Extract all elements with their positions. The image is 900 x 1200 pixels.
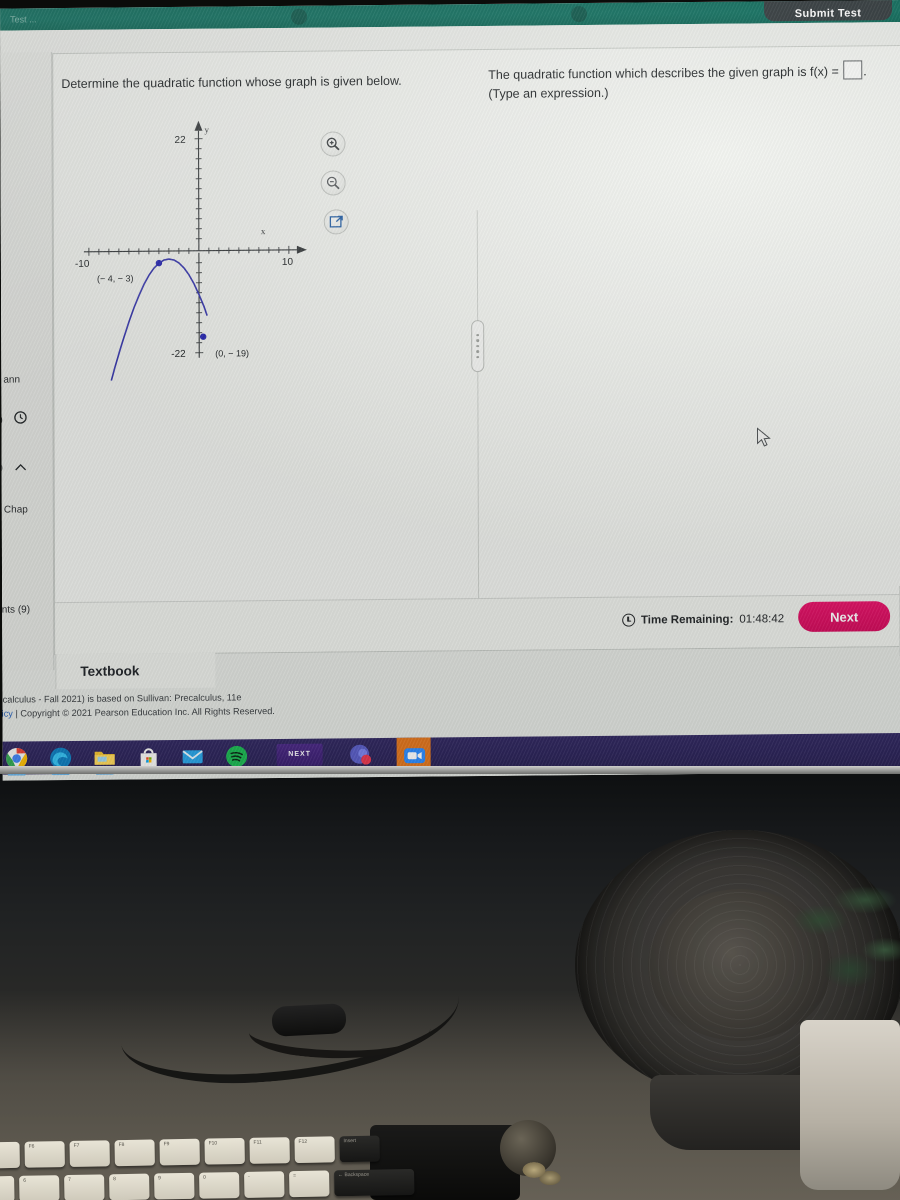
- key-f11[interactable]: F11: [249, 1137, 290, 1164]
- monitor-screen: Test ... Submit Test ann ) ) - Chap ents…: [0, 0, 900, 781]
- answer-panel: The quadratic function which describes t…: [488, 60, 898, 103]
- handle-dot: [476, 355, 480, 359]
- page-surface: ann ) ) - Chap ents (9) Determine the qu…: [0, 22, 900, 781]
- sidebar-item-documents[interactable]: ents (9): [0, 604, 30, 615]
- x-tick-label-10: 10: [282, 257, 294, 268]
- submit-test-button[interactable]: Submit Test: [763, 0, 893, 22]
- app-bar-left-label: Test ...: [10, 14, 37, 25]
- vertex-point: [155, 259, 163, 267]
- answer-input[interactable]: [843, 60, 863, 80]
- handle-dot: [476, 333, 479, 337]
- expand-graph-icon[interactable]: [323, 209, 349, 235]
- next-app-label: NEXT: [276, 743, 323, 766]
- vertex-label: (− 4, − 3): [97, 273, 134, 283]
- test-status-bar: Time Remaining: 01:48:42 Next: [55, 594, 900, 655]
- key-insert[interactable]: Insert: [339, 1135, 380, 1163]
- key-backspace[interactable]: ← Backspace: [334, 1168, 415, 1197]
- x-axis-ticks: [88, 245, 290, 256]
- key-f7[interactable]: F7: [69, 1140, 110, 1167]
- y-axis-arrow: [194, 120, 203, 131]
- question-prompt: Determine the quadratic function whose g…: [61, 73, 402, 92]
- answer-prompt-line: The quadratic function which describes t…: [488, 60, 898, 85]
- y-tick-label-neg22: -22: [171, 349, 186, 360]
- key-f9[interactable]: F9: [159, 1138, 200, 1166]
- handle-dot: [476, 344, 479, 348]
- key-minus[interactable]: -: [244, 1171, 285, 1198]
- spotify-icon[interactable]: [225, 744, 249, 773]
- next-app-icon[interactable]: NEXT: [276, 743, 323, 773]
- key-9[interactable]: 9: [154, 1172, 195, 1200]
- mail-icon[interactable]: [181, 744, 205, 768]
- answer-prompt-period: .: [863, 64, 867, 79]
- key-f8[interactable]: F8: [114, 1139, 155, 1167]
- key-f10[interactable]: F10: [204, 1137, 245, 1165]
- footer-line-2: olicy | Copyright © 2021 Pearson Educati…: [0, 703, 414, 721]
- y-axis-label: y: [204, 125, 209, 135]
- handle-dot: [476, 339, 479, 342]
- key-7[interactable]: 7: [64, 1174, 105, 1200]
- tab-textbook[interactable]: Textbook: [55, 652, 216, 690]
- key-f5[interactable]: F5: [0, 1141, 20, 1169]
- time-remaining: Time Remaining: 01:48:42: [621, 612, 785, 627]
- cable-plug: [271, 1003, 347, 1037]
- key-f6[interactable]: F6: [24, 1141, 65, 1168]
- y-intercept-label: (0, − 19): [215, 348, 249, 358]
- footer-copyright: Copyright © 2021 Pearson Education Inc. …: [20, 706, 275, 719]
- screenshot-root: F5 F6 F7 F8 F9 F10 F11 F12 Insert 5 6 7 …: [0, 0, 900, 1200]
- zoom-in-icon[interactable]: [320, 131, 346, 157]
- y-tick-label-22: 22: [174, 135, 186, 146]
- chevron-up-icon[interactable]: [14, 462, 28, 472]
- zoom-out-icon[interactable]: [320, 170, 346, 196]
- x-tick-label-neg10: -10: [75, 259, 90, 270]
- sidebar-item-due[interactable]: ): [0, 415, 3, 426]
- key-5[interactable]: 5: [0, 1175, 15, 1200]
- plant-pot: [800, 1020, 900, 1190]
- next-button[interactable]: Next: [798, 601, 891, 633]
- answer-prompt-text: The quadratic function which describes t…: [488, 64, 839, 82]
- plant-leaves: [790, 880, 900, 1040]
- clock-icon: [14, 411, 27, 424]
- monitor-bezel: [0, 766, 900, 774]
- footer: e-calculus - Fall 2021) is based on Sull…: [0, 689, 414, 722]
- answer-hint: (Type an expression.): [488, 85, 609, 101]
- time-remaining-value: 01:48:42: [739, 612, 785, 626]
- teams-icon[interactable]: [349, 743, 373, 772]
- x-axis: [83, 249, 297, 253]
- sidebar-item-assignments-ann[interactable]: ann: [3, 374, 20, 385]
- handle-dot: [476, 350, 479, 353]
- x-axis-arrow: [296, 245, 307, 254]
- y-intercept-point: [199, 333, 207, 340]
- app-bar-help-icon[interactable]: [570, 6, 587, 23]
- pane-splitter[interactable]: [471, 210, 485, 611]
- keyboard[interactable]: F5 F6 F7 F8 F9 F10 F11 F12 Insert 5 6 7 …: [0, 1133, 501, 1200]
- key-equals[interactable]: =: [289, 1170, 330, 1198]
- question-card: Determine the quadratic function whose g…: [53, 46, 900, 657]
- mouse-cursor: [756, 427, 771, 447]
- key-8[interactable]: 8: [109, 1173, 150, 1200]
- sidebar-item-chapter[interactable]: - Chap: [0, 504, 28, 515]
- key-0[interactable]: 0: [199, 1172, 240, 1199]
- splitter-drag-handle[interactable]: [471, 320, 485, 373]
- sidebar-item-collapse[interactable]: ): [0, 463, 3, 474]
- quadratic-graph[interactable]: x y -10 10 22 -22 (− 4, − 3) (0, − 19): [38, 109, 359, 392]
- privacy-policy-link[interactable]: olicy: [0, 709, 13, 719]
- clock-icon: [621, 613, 635, 627]
- x-axis-label: x: [261, 226, 266, 236]
- desk-coins: [520, 1158, 566, 1188]
- footer-separator: |: [12, 708, 21, 719]
- app-bar-avatar[interactable]: [290, 8, 307, 25]
- time-remaining-label: Time Remaining:: [640, 613, 734, 627]
- graph-svg: x y -10 10 22 -22 (− 4, − 3) (0, − 19): [75, 120, 307, 381]
- key-f12[interactable]: F12: [294, 1136, 335, 1164]
- key-6[interactable]: 6: [19, 1175, 60, 1200]
